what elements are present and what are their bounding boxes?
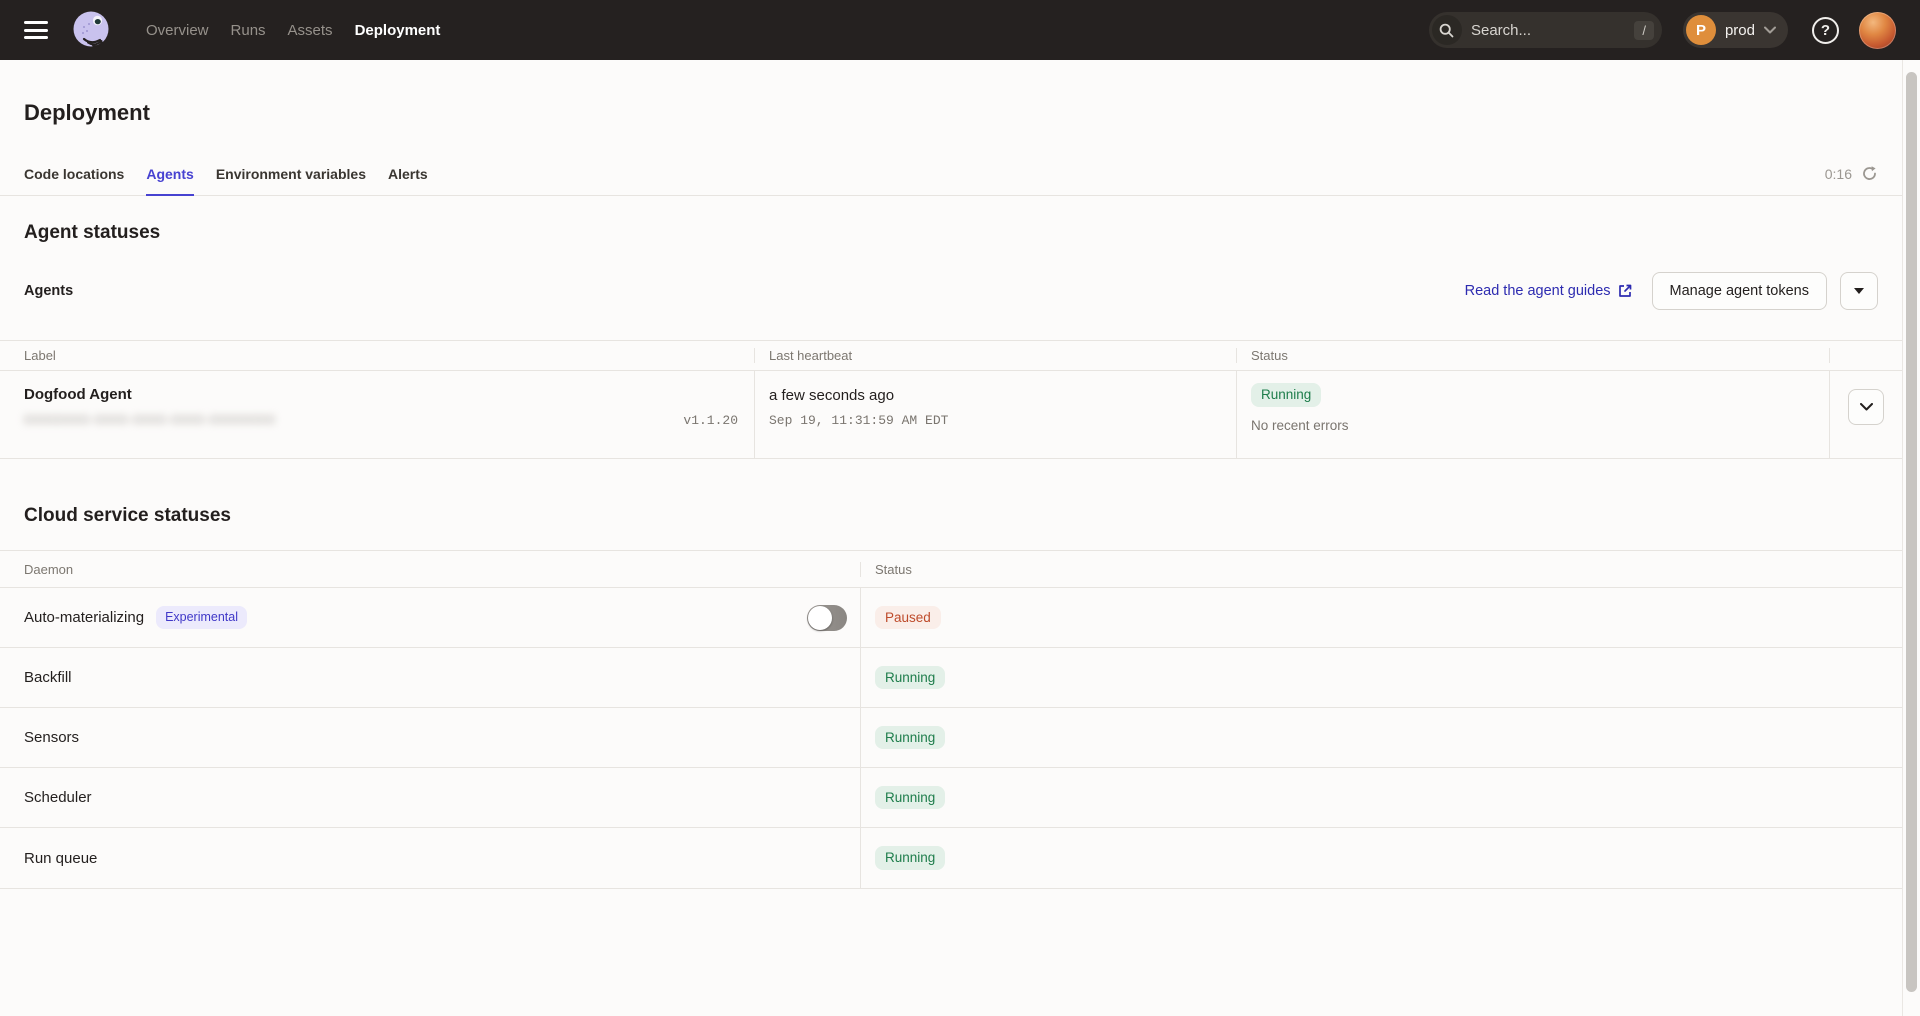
- daemon-name: Backfill: [24, 669, 72, 686]
- daemon-row-scheduler: Scheduler Running: [0, 768, 1902, 828]
- daemon-row-run-queue: Run queue Running: [0, 828, 1902, 888]
- daemon-status-badge: Running: [875, 666, 945, 690]
- toggle-knob: [808, 606, 832, 630]
- manage-agent-tokens-button[interactable]: Manage agent tokens: [1652, 272, 1827, 310]
- search-input[interactable]: Search... /: [1429, 12, 1662, 48]
- daemon-status-badge: Running: [875, 726, 945, 750]
- deployment-switcher[interactable]: P prod: [1683, 12, 1788, 48]
- agent-version: v1.1.20: [683, 413, 738, 428]
- deployment-name: prod: [1725, 22, 1755, 39]
- refresh-countdown-label: 0:16: [1825, 166, 1852, 182]
- daemon-row-backfill: Backfill Running: [0, 648, 1902, 708]
- search-placeholder: Search...: [1471, 22, 1531, 39]
- primary-nav: Overview Runs Assets Deployment: [146, 22, 440, 39]
- column-header-last-heartbeat: Last heartbeat: [755, 348, 1237, 363]
- search-icon: [1432, 15, 1462, 45]
- agents-subheading: Agents: [24, 283, 73, 299]
- scrollbar-thumb[interactable]: [1906, 72, 1917, 992]
- daemon-name: Auto-materializing: [24, 609, 144, 626]
- tab-agents[interactable]: Agents: [146, 152, 193, 195]
- agent-name: Dogfood Agent: [24, 386, 754, 403]
- agent-status-badge: Running: [1251, 383, 1321, 407]
- deployment-page: Deployment Code locations Agents Environ…: [0, 60, 1902, 1016]
- auto-materializing-toggle[interactable]: [807, 605, 847, 631]
- top-nav-bar: Overview Runs Assets Deployment Search..…: [0, 0, 1920, 60]
- refresh-icon[interactable]: [1861, 165, 1878, 182]
- tab-alerts[interactable]: Alerts: [388, 152, 428, 195]
- daemon-row-auto-materializing: Auto-materializing Experimental Paused: [0, 588, 1902, 648]
- page-title: Deployment: [24, 100, 1902, 126]
- help-icon[interactable]: ?: [1812, 17, 1839, 44]
- column-header-status: Status: [1237, 348, 1830, 363]
- nav-assets[interactable]: Assets: [288, 22, 333, 39]
- daemon-status-badge: Paused: [875, 606, 941, 630]
- nav-runs[interactable]: Runs: [231, 22, 266, 39]
- cloud-services-table: Daemon Status Auto-materializing Experim…: [0, 550, 1902, 889]
- column-header-status: Status: [861, 562, 1902, 577]
- agent-row: Dogfood Agent 00000000-0000-0000-0000-00…: [0, 371, 1902, 458]
- agent-id-redacted: 00000000-0000-0000-0000-00000000: [24, 412, 276, 427]
- experimental-badge: Experimental: [156, 606, 247, 629]
- user-avatar[interactable]: [1859, 12, 1896, 49]
- agent-guides-link[interactable]: Read the agent guides: [1465, 283, 1632, 299]
- dagster-logo-icon[interactable]: [70, 9, 112, 51]
- agents-table-header: Label Last heartbeat Status: [0, 341, 1902, 371]
- daemon-row-sensors: Sensors Running: [0, 708, 1902, 768]
- nav-deployment[interactable]: Deployment: [355, 22, 441, 39]
- agents-toolbar: Agents Read the agent guides Manage agen…: [24, 272, 1878, 310]
- cloud-table-header: Daemon Status: [0, 551, 1902, 588]
- agent-status-note: No recent errors: [1251, 418, 1829, 433]
- chevron-down-icon: [1860, 403, 1873, 411]
- help-glyph: ?: [1821, 22, 1830, 39]
- column-header-daemon: Daemon: [0, 562, 861, 577]
- scrollbar: [1902, 60, 1920, 1016]
- column-header-label: Label: [0, 348, 755, 363]
- heartbeat-timestamp: Sep 19, 11:31:59 AM EDT: [769, 413, 1236, 428]
- heartbeat-relative: a few seconds ago: [769, 387, 1236, 404]
- menu-icon[interactable]: [24, 21, 48, 39]
- agents-table: Label Last heartbeat Status Dogfood Agen…: [0, 340, 1902, 459]
- agent-guides-link-label: Read the agent guides: [1465, 283, 1611, 299]
- cloud-service-statuses-heading: Cloud service statuses: [24, 505, 1902, 527]
- deployment-avatar: P: [1686, 15, 1716, 45]
- search-shortcut-key: /: [1634, 21, 1654, 40]
- daemon-name: Run queue: [24, 850, 97, 867]
- agent-row-expand-button[interactable]: [1848, 389, 1884, 425]
- agent-statuses-heading: Agent statuses: [24, 222, 1902, 244]
- caret-down-icon: [1854, 288, 1864, 294]
- daemon-status-badge: Running: [875, 846, 945, 870]
- daemon-status-badge: Running: [875, 786, 945, 810]
- chevron-down-icon: [1764, 26, 1776, 34]
- tab-code-locations[interactable]: Code locations: [24, 152, 124, 195]
- tab-environment-variables[interactable]: Environment variables: [216, 152, 366, 195]
- agent-actions-dropdown-button[interactable]: [1840, 272, 1878, 310]
- refresh-countdown: 0:16: [1825, 165, 1878, 182]
- daemon-name: Sensors: [24, 729, 79, 746]
- nav-overview[interactable]: Overview: [146, 22, 209, 39]
- daemon-name: Scheduler: [24, 789, 92, 806]
- external-link-icon: [1618, 284, 1632, 298]
- deployment-tabs: Code locations Agents Environment variab…: [0, 152, 1902, 196]
